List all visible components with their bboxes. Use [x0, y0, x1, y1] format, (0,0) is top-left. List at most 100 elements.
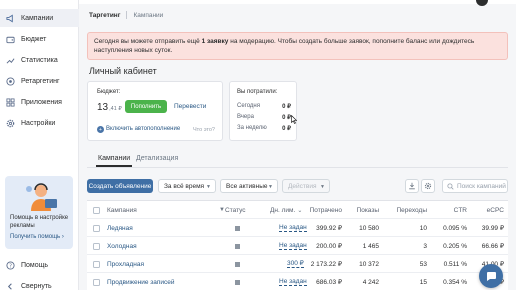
col-clicks[interactable]: Переходы: [387, 201, 428, 219]
table-row[interactable]: Ледяная Не задан 399.92 ₽ 10 580 10 0.09…: [87, 219, 508, 237]
spent-row-week: За неделю 0 ₽: [237, 125, 291, 132]
table-row[interactable]: Продвижение записей Не задан 686.03 ₽ 4 …: [87, 273, 508, 290]
clicks-cell: 53: [419, 260, 427, 268]
ctr-cell: 0.511 %: [443, 260, 467, 268]
sidebar-item-campaigns[interactable]: Кампании: [0, 9, 79, 27]
sidebar-item-budget[interactable]: Бюджет: [0, 30, 79, 48]
select-all-checkbox[interactable]: [93, 201, 100, 219]
create-ad-button[interactable]: Создать объявление: [87, 179, 153, 193]
spent-value: 0 ₽: [282, 104, 291, 110]
spent-label: Вчера: [237, 114, 254, 120]
page-title: Личный кабинет: [89, 66, 157, 76]
row-checkbox[interactable]: [93, 237, 100, 255]
sort-icon[interactable]: ▼: [217, 201, 225, 219]
actions-dropdown[interactable]: Действия ▼: [282, 179, 330, 193]
spent-title: Вы потратили:: [237, 89, 278, 95]
support-agent-illustration: [26, 183, 57, 211]
clicks-cell: 3: [423, 242, 427, 250]
breadcrumb-root[interactable]: Таргетинг: [89, 12, 120, 19]
spent-label: Сегодня: [237, 103, 260, 109]
col-impressions[interactable]: Показы: [345, 201, 379, 219]
chat-icon: [487, 272, 496, 281]
breadcrumb-divider: [126, 11, 128, 19]
sidebar-item-help[interactable]: ? Помощь: [0, 256, 79, 274]
impressions-cell: 10 372: [359, 260, 379, 268]
spent-cell: 2 173.22 ₽: [310, 261, 342, 268]
row-checkbox[interactable]: [93, 219, 100, 237]
status-indicator[interactable]: [235, 255, 240, 273]
sidebar-item-label: Настройки: [21, 119, 56, 127]
spent-value: 0 ₽: [282, 115, 291, 121]
spent-cell: 686.03 ₽: [316, 279, 342, 286]
sidebar-item-label: Помощь: [21, 261, 49, 269]
table-row[interactable]: Прохладная 300 ₽ 2 173.22 ₽ 10 372 53 0.…: [87, 255, 508, 273]
col-status[interactable]: Статус: [225, 201, 246, 219]
spent-card: Вы потратили: Сегодня 0 ₽ Вчера 0 ₽ За н…: [229, 81, 297, 141]
balance-value: 13,41 ₽: [97, 102, 122, 113]
whatis-link[interactable]: Что это?: [193, 127, 215, 133]
sidebar-item-label: Кампании: [21, 14, 54, 22]
sidebar-item-collapse[interactable]: Свернуть: [0, 277, 79, 290]
collapse-icon: [6, 282, 15, 290]
tab-campaigns[interactable]: Кампании: [95, 155, 133, 167]
tab-details[interactable]: Детализация: [136, 155, 178, 162]
campaign-name[interactable]: Ледяная: [107, 219, 133, 237]
col-name[interactable]: Кампания: [107, 201, 137, 219]
chevron-down-icon: ▼: [206, 184, 211, 190]
chevron-down-icon: ▼: [268, 184, 273, 190]
status-indicator[interactable]: [235, 237, 240, 255]
topup-button[interactable]: Пополнить: [125, 100, 167, 113]
row-checkbox[interactable]: [93, 273, 100, 290]
campaign-name[interactable]: Прохладная: [107, 255, 144, 273]
promo-title: Помощь в настройке рекламы: [10, 215, 69, 229]
status-indicator[interactable]: [235, 219, 240, 237]
balance-label: Бюджет:: [97, 89, 121, 95]
breadcrumb: Таргетинг Кампании: [89, 8, 163, 22]
ecpc-cell: 66.66 ₽: [481, 243, 504, 250]
row-checkbox[interactable]: [93, 255, 100, 273]
sidebar-item-settings[interactable]: Настройки: [0, 114, 79, 132]
sidebar-item-label: Приложения: [21, 98, 62, 106]
spent-cell: 200.00 ₽: [316, 243, 342, 250]
chat-button[interactable]: [479, 264, 503, 288]
sidebar: Кампании Бюджет Статистика Ретаргетинг П…: [0, 0, 79, 290]
autopay-icon: +: [97, 126, 104, 133]
ctr-cell: 0.205 %: [443, 242, 467, 250]
col-limit-label: Дн. лим.: [270, 206, 296, 214]
campaigns-table: Кампания ▼ Статус Дн. лим. ⌄ Потрачено По…: [87, 200, 508, 290]
col-ctr[interactable]: CTR: [432, 201, 467, 219]
ctr-cell: 0.095 %: [443, 224, 467, 232]
sidebar-item-retargeting[interactable]: Ретаргетинг: [0, 72, 79, 90]
search-placeholder: Поиск кампаний: [457, 182, 506, 190]
search-input[interactable]: Поиск кампаний: [442, 179, 508, 193]
help-promo-card: Помощь в настройке рекламы Получить помо…: [5, 176, 73, 249]
apps-icon: [6, 97, 15, 107]
table-header: Кампания ▼ Статус Дн. лим. ⌄ Потрачено По…: [87, 201, 508, 219]
col-ecpc[interactable]: eCPC: [470, 201, 504, 219]
tab-bar: Кампании Детализация: [87, 152, 508, 168]
table-row[interactable]: Холодная Не задан 200.00 ₽ 1 465 3 0.205…: [87, 237, 508, 255]
sidebar-item-stats[interactable]: Статистика: [0, 51, 79, 69]
impressions-cell: 4 242: [362, 278, 379, 286]
impressions-cell: 1 465: [362, 242, 379, 250]
campaign-name[interactable]: Холодная: [107, 237, 137, 255]
period-dropdown[interactable]: За всё время ▼: [158, 179, 216, 193]
download-button[interactable]: [405, 179, 419, 193]
status-dropdown[interactable]: Все активные ▼: [220, 179, 278, 193]
col-spent[interactable]: Потрачено: [297, 201, 342, 219]
balance-amount: 13: [97, 102, 109, 113]
settings-button[interactable]: [421, 179, 435, 193]
sidebar-item-apps[interactable]: Приложения: [0, 93, 79, 111]
autopay-link[interactable]: Включить автопополнение: [106, 126, 180, 132]
spent-row-today: Сегодня 0 ₽: [237, 103, 291, 110]
moderation-alert: Сегодня вы можете отправить ещё 1 заявку…: [87, 32, 508, 60]
campaign-name[interactable]: Продвижение записей: [107, 273, 174, 290]
sidebar-item-label: Статистика: [21, 56, 58, 64]
transfer-link[interactable]: Перевести: [174, 103, 206, 110]
mouse-cursor-icon: [291, 115, 297, 124]
status-indicator[interactable]: [235, 273, 240, 290]
main-content: Таргетинг Кампании Сегодня вы можете отп…: [79, 0, 516, 290]
breadcrumb-current: Кампании: [133, 11, 164, 19]
promo-link[interactable]: Получить помощь ›: [10, 234, 64, 240]
svg-text:?: ?: [9, 263, 12, 269]
